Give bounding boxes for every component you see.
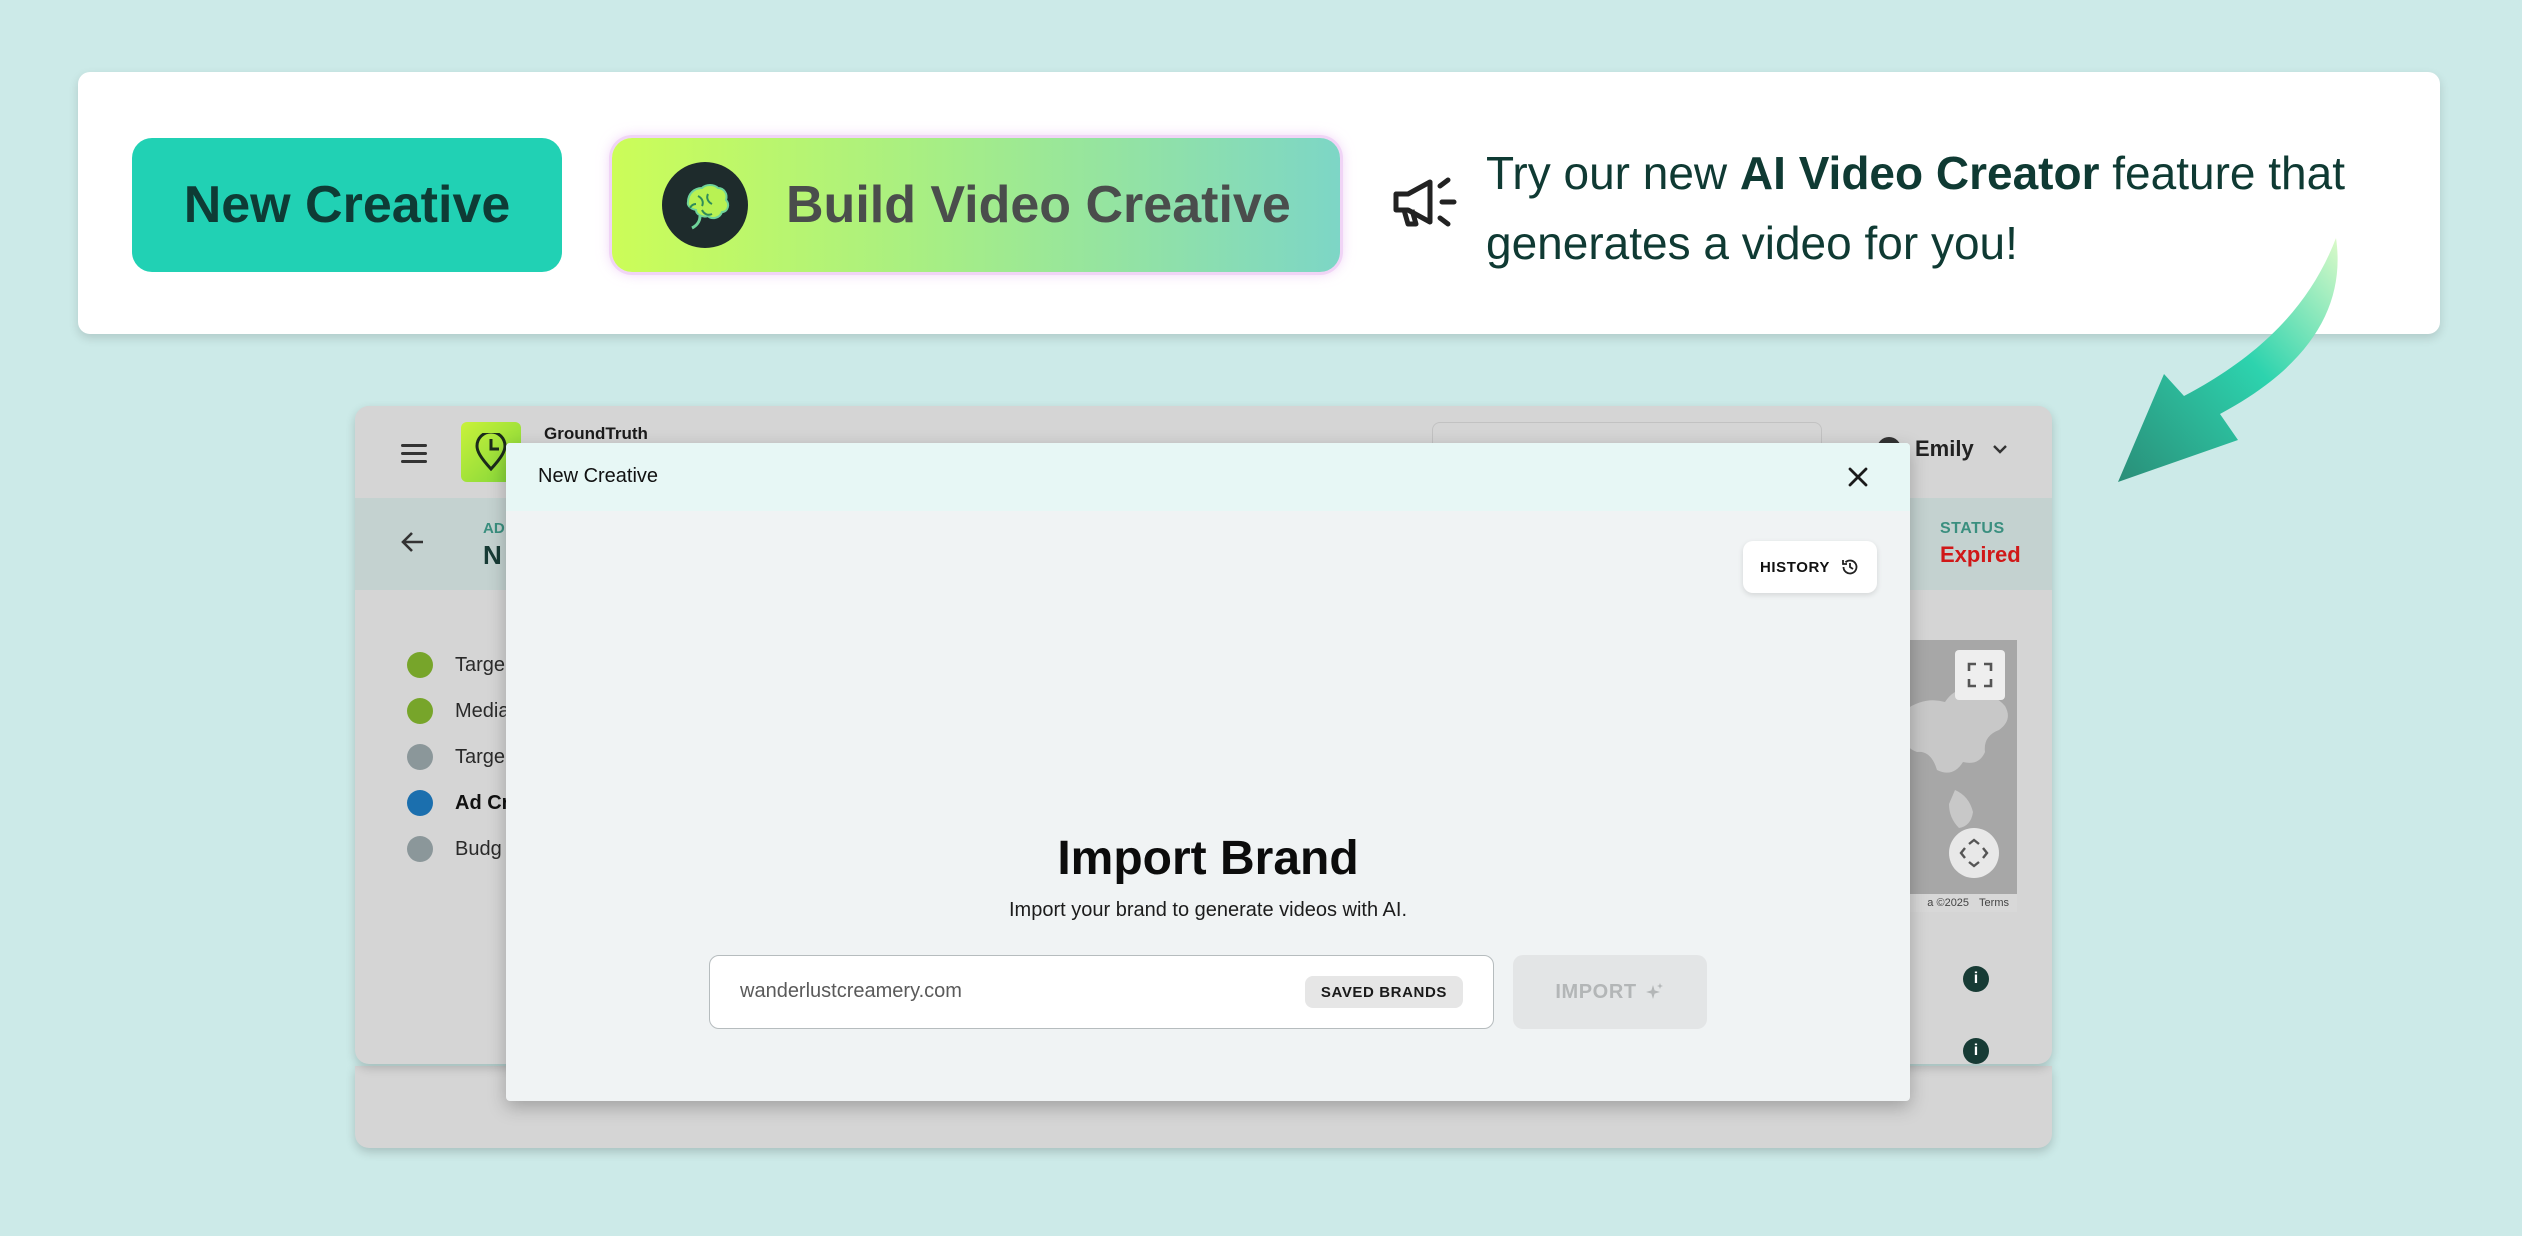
subheader-label: AD bbox=[483, 520, 505, 537]
step-status-dot bbox=[407, 652, 433, 678]
import-brand-subheading: Import your brand to generate videos wit… bbox=[1009, 899, 1407, 921]
status-value: Expired bbox=[1940, 542, 2021, 567]
new-creative-modal: New Creative HISTORY Import Brand Import… bbox=[506, 443, 1910, 1101]
step-status-dot bbox=[407, 836, 433, 862]
step-item[interactable]: Media bbox=[407, 688, 509, 734]
history-button[interactable]: HISTORY bbox=[1743, 541, 1877, 593]
step-item[interactable]: Targe bbox=[407, 734, 509, 780]
chevron-down-icon bbox=[1992, 445, 2007, 454]
map-attribution: a ©2025 Terms bbox=[1895, 894, 2017, 912]
step-list: Targe Media Targe Ad Cr Budg bbox=[407, 642, 509, 872]
brain-icon bbox=[662, 162, 748, 248]
new-creative-button[interactable]: New Creative bbox=[132, 138, 562, 272]
brand-url-value: wanderlustcreamery.com bbox=[740, 980, 962, 1002]
info-icon[interactable]: i bbox=[1963, 1038, 1989, 1064]
step-status-dot bbox=[407, 744, 433, 770]
import-button[interactable]: IMPORT bbox=[1513, 955, 1707, 1029]
step-item[interactable]: Budg bbox=[407, 826, 509, 872]
import-brand-heading: Import Brand bbox=[1057, 832, 1359, 885]
build-video-creative-button[interactable]: Build Video Creative bbox=[612, 138, 1340, 272]
map-terms-link[interactable]: Terms bbox=[1979, 897, 2009, 909]
map-preview[interactable]: a ©2025 Terms bbox=[1895, 640, 2017, 912]
curved-arrow-icon bbox=[2118, 238, 2338, 482]
map-pan-control-icon[interactable] bbox=[1949, 828, 1999, 878]
step-item-active[interactable]: Ad Cr bbox=[407, 780, 509, 826]
back-arrow-icon[interactable] bbox=[399, 528, 427, 556]
brand-url-input[interactable]: wanderlustcreamery.com SAVED BRANDS bbox=[709, 955, 1494, 1029]
modal-title: New Creative bbox=[538, 465, 659, 487]
modal-header: New Creative bbox=[506, 443, 1910, 511]
menu-icon[interactable] bbox=[401, 444, 427, 464]
history-icon bbox=[1842, 559, 1858, 575]
step-item[interactable]: Targe bbox=[407, 642, 509, 688]
build-video-creative-label: Build Video Creative bbox=[786, 176, 1291, 234]
promo-card: New Creative Build Video Creative Try ou… bbox=[78, 72, 2440, 334]
saved-brands-button[interactable]: SAVED BRANDS bbox=[1304, 976, 1463, 1008]
status-label: STATUS bbox=[1940, 520, 2005, 537]
step-status-dot bbox=[407, 790, 433, 816]
ai-video-creator-highlight: AI Video Creator bbox=[1739, 147, 2100, 199]
brand-name: GroundTruth bbox=[544, 424, 648, 443]
info-icon[interactable]: i bbox=[1963, 966, 1989, 992]
close-icon[interactable] bbox=[1846, 465, 1870, 489]
sparkle-icon bbox=[1645, 983, 1663, 999]
fullscreen-icon[interactable] bbox=[1955, 650, 2005, 700]
megaphone-icon bbox=[1393, 177, 1457, 227]
step-status-dot bbox=[407, 698, 433, 724]
subheader-title: N bbox=[483, 540, 502, 570]
user-name: Emily bbox=[1915, 436, 1974, 461]
